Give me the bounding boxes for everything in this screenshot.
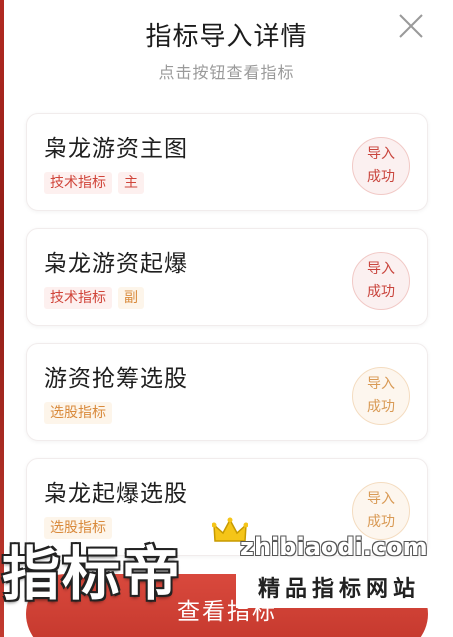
sheet-header: 指标导入详情 点击按钮查看指标 [0, 0, 453, 100]
indicator-role-tag: 副 [118, 287, 144, 309]
indicator-name: 游资抢筹选股 [44, 366, 188, 392]
status-line-1: 导入 [367, 261, 395, 277]
indicator-tags: 选股指标 [44, 402, 112, 424]
page-subtitle: 点击按钮查看指标 [158, 63, 295, 82]
indicator-role-tag: 主 [118, 172, 144, 194]
import-status-badge: 导入 成功 [352, 482, 410, 540]
indicator-name: 枭龙游资起爆 [44, 251, 188, 277]
status-line-1: 导入 [367, 146, 395, 162]
indicator-card[interactable]: 枭龙游资主图 技术指标 主 导入 成功 [26, 113, 428, 211]
indicator-type-tag: 选股指标 [44, 517, 112, 539]
indicator-card[interactable]: 枭龙起爆选股 选股指标 导入 成功 [26, 458, 428, 556]
indicator-tags: 选股指标 [44, 517, 112, 539]
status-line-2: 成功 [367, 399, 395, 415]
indicator-type-tag: 选股指标 [44, 402, 112, 424]
indicator-tags: 技术指标 主 [44, 172, 144, 194]
close-button[interactable] [397, 12, 425, 40]
view-indicators-button[interactable]: 查看指标 [26, 574, 428, 637]
indicator-type-tag: 技术指标 [44, 287, 112, 309]
status-line-2: 成功 [367, 514, 395, 530]
close-icon [399, 14, 423, 38]
import-status-badge: 导入 成功 [352, 367, 410, 425]
status-line-1: 导入 [367, 491, 395, 507]
indicator-list: 枭龙游资主图 技术指标 主 导入 成功 枭龙游资起爆 技术指标 副 导入 成功 … [26, 113, 428, 573]
indicator-type-tag: 技术指标 [44, 172, 112, 194]
indicator-name: 枭龙游资主图 [44, 136, 188, 162]
page-title: 指标导入详情 [145, 22, 308, 52]
indicator-tags: 技术指标 副 [44, 287, 144, 309]
status-line-2: 成功 [367, 284, 395, 300]
import-status-badge: 导入 成功 [352, 137, 410, 195]
indicator-name: 枭龙起爆选股 [44, 481, 188, 507]
status-line-2: 成功 [367, 169, 395, 185]
import-status-badge: 导入 成功 [352, 252, 410, 310]
indicator-import-sheet: 指标导入详情 点击按钮查看指标 枭龙游资主图 技术指标 主 导入 成功 枭龙游资… [0, 0, 453, 637]
status-line-1: 导入 [367, 376, 395, 392]
indicator-card[interactable]: 游资抢筹选股 选股指标 导入 成功 [26, 343, 428, 441]
indicator-card[interactable]: 枭龙游资起爆 技术指标 副 导入 成功 [26, 228, 428, 326]
